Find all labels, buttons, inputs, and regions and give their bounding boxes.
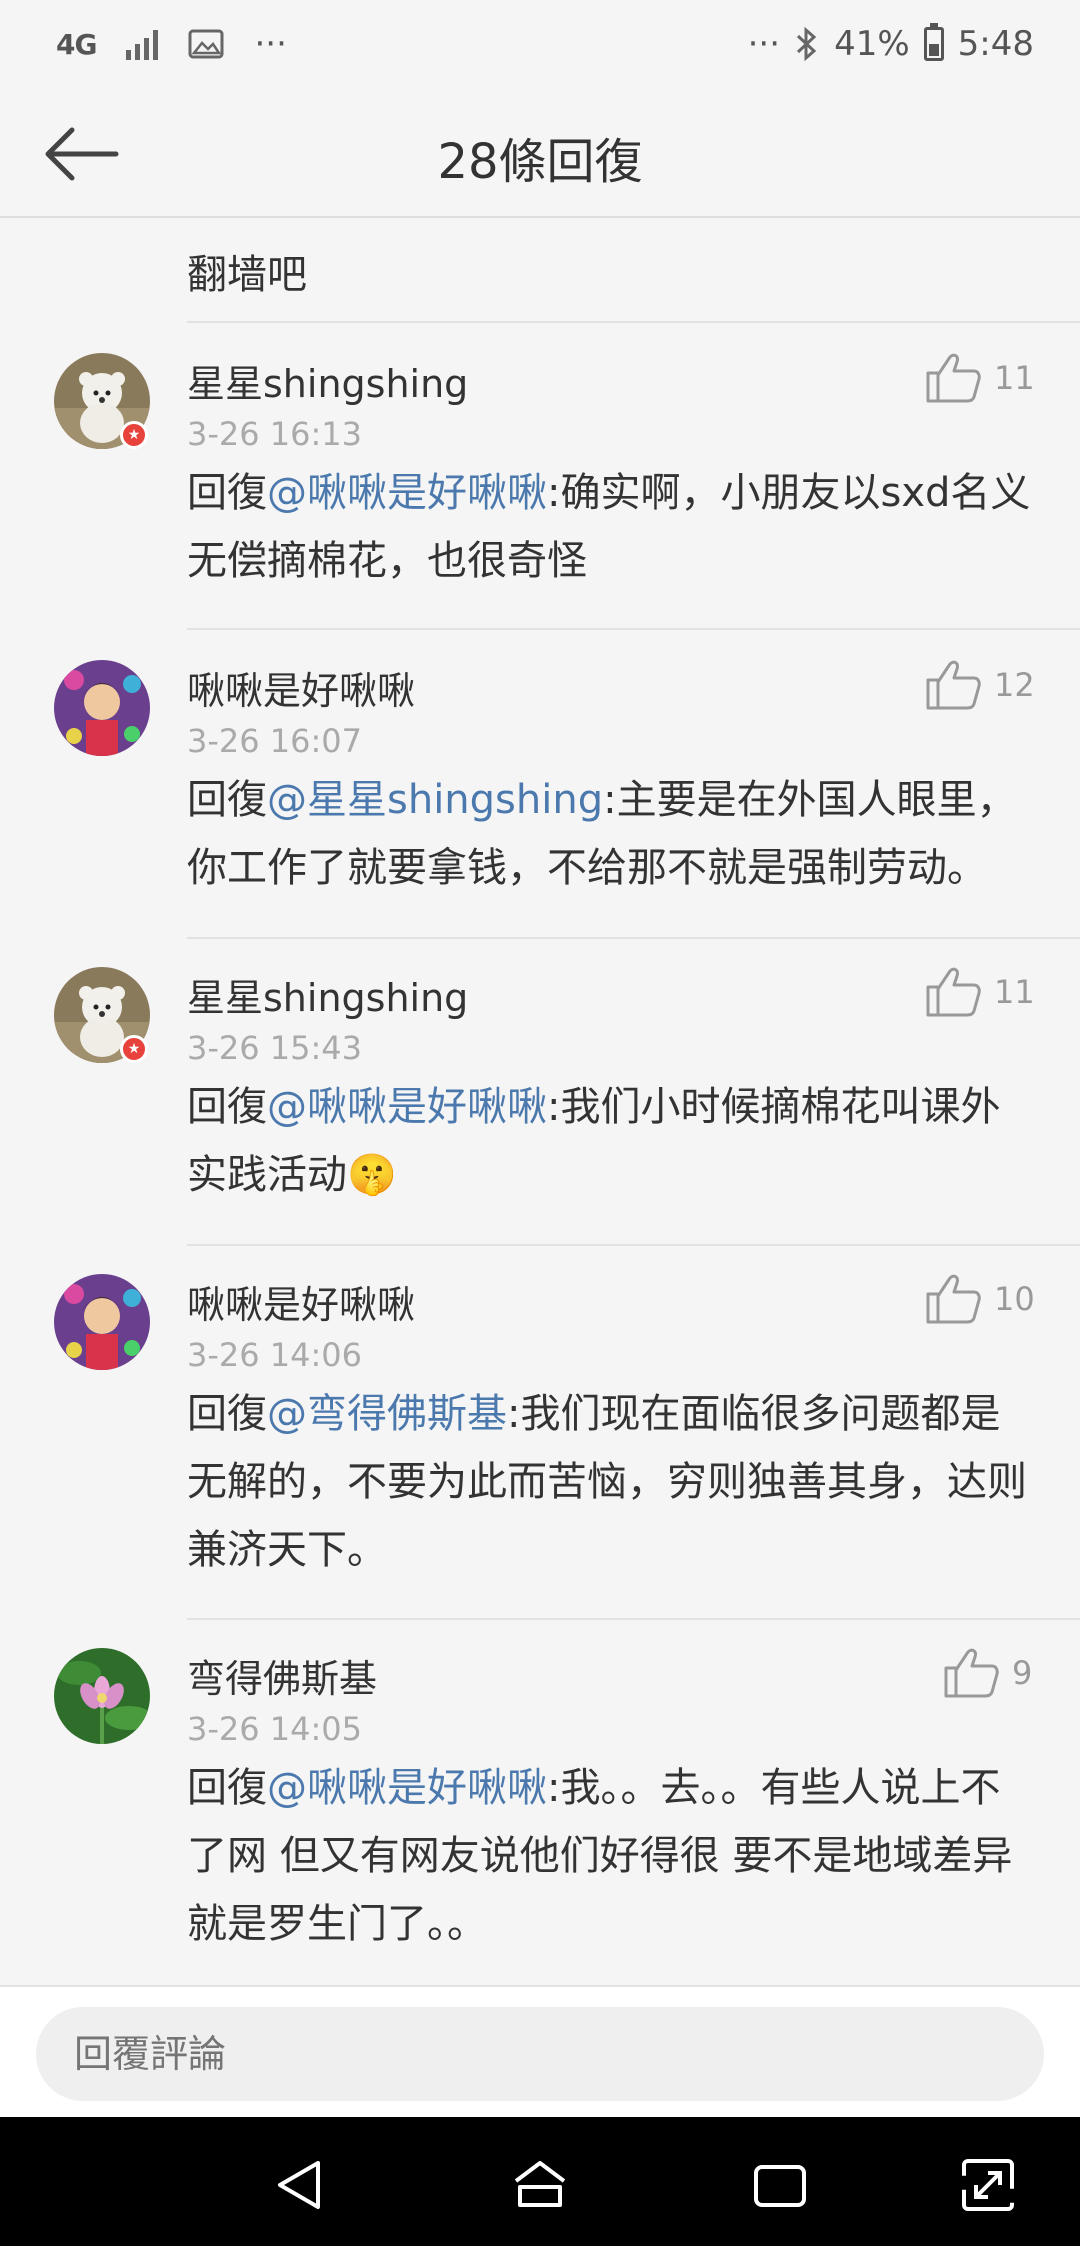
comment-item[interactable]: 弯得佛斯基 9 3-26 14:05 回復@啾啾是好啾啾:我。。去。。有些人说上… bbox=[0, 1620, 1080, 1985]
thumbs-up-icon[interactable] bbox=[924, 965, 982, 1019]
comment-author[interactable]: 星星shingshing bbox=[187, 967, 468, 1022]
thumbs-up-icon[interactable] bbox=[924, 351, 982, 405]
comment-time: 3-26 14:06 bbox=[187, 1336, 363, 1374]
verified-badge-icon: ★ bbox=[120, 1035, 148, 1063]
thumbs-up-icon[interactable] bbox=[924, 658, 982, 712]
comment-item[interactable]: 啾啾是好啾啾 12 3-26 16:07 回復@星星shingshing:主要是… bbox=[0, 632, 1080, 939]
bluetooth-icon bbox=[797, 26, 817, 62]
header: 28條回復 bbox=[0, 88, 1080, 218]
like-count: 10 bbox=[994, 1280, 1035, 1318]
comment-body: 回復@啾啾是好啾啾:我们小时候摘棉花叫课外实践活动🤫 bbox=[187, 1073, 1037, 1209]
triangle-back-icon[interactable] bbox=[270, 2155, 330, 2215]
more-status-icon: ··· bbox=[747, 24, 781, 64]
expand-icon[interactable] bbox=[958, 2155, 1018, 2215]
network-indicator: 4G bbox=[56, 27, 97, 61]
image-icon bbox=[188, 29, 224, 59]
avatar[interactable] bbox=[54, 660, 150, 756]
like-count: 11 bbox=[994, 359, 1035, 397]
reply-prefix: 回復 bbox=[187, 777, 267, 823]
like-count: 9 bbox=[1012, 1654, 1033, 1692]
mention-link[interactable]: @弯得佛斯基 bbox=[267, 1391, 507, 1437]
comment-item[interactable]: ★ 星星shingshing 11 3-26 15:43 回復@啾啾是好啾啾:我… bbox=[0, 939, 1080, 1246]
parent-comment-text: 翻墙吧 bbox=[187, 252, 307, 298]
comment-author[interactable]: 星星shingshing bbox=[187, 353, 468, 408]
mention-link[interactable]: @星星shingshing bbox=[267, 777, 603, 823]
clock: 5:48 bbox=[957, 24, 1034, 64]
comment-author[interactable]: 啾啾是好啾啾 bbox=[187, 660, 415, 715]
recents-icon[interactable] bbox=[750, 2155, 810, 2215]
comment-body: 回復@啾啾是好啾啾:确实啊，小朋友以sxd名义无偿摘棉花，也很奇怪 bbox=[187, 459, 1037, 595]
thumbs-up-icon[interactable] bbox=[924, 1272, 982, 1326]
comment-item[interactable]: 啾啾是好啾啾 10 3-26 14:06 回復@弯得佛斯基:我们现在面临很多问题… bbox=[0, 1246, 1080, 1620]
comment-body: 回復@星星shingshing:主要是在外国人眼里，你工作了就要拿钱，不给那不就… bbox=[187, 766, 1037, 902]
reply-prefix: 回復 bbox=[187, 1765, 267, 1811]
system-nav-bar bbox=[0, 2117, 1080, 2246]
comment-time: 3-26 16:07 bbox=[187, 722, 363, 760]
page-title: 28條回復 bbox=[437, 134, 643, 190]
status-right: ··· 41% 5:48 bbox=[747, 23, 1034, 64]
home-icon[interactable] bbox=[510, 2155, 570, 2215]
battery-icon bbox=[923, 23, 944, 61]
mention-link[interactable]: @啾啾是好啾啾 bbox=[267, 1084, 547, 1130]
like-count: 12 bbox=[994, 666, 1035, 704]
status-left: 4G ··· bbox=[56, 24, 287, 64]
divider bbox=[187, 628, 1080, 630]
verified-badge-icon: ★ bbox=[120, 421, 148, 449]
thumbs-up-icon[interactable] bbox=[942, 1646, 1000, 1700]
status-bar: 4G ··· ··· 41% 5:48 bbox=[0, 0, 1080, 88]
mention-link[interactable]: @啾啾是好啾啾 bbox=[267, 1765, 547, 1811]
comment-time: 3-26 16:13 bbox=[187, 415, 363, 453]
avatar[interactable] bbox=[54, 1274, 150, 1370]
divider bbox=[187, 321, 1080, 323]
avatar[interactable] bbox=[54, 1648, 150, 1744]
comment-body: 回復@啾啾是好啾啾:我。。去。。有些人说上不了网 但又有网友说他们好得很 要不是… bbox=[187, 1754, 1037, 1958]
reply-bar bbox=[0, 1985, 1080, 2117]
like-count: 11 bbox=[994, 973, 1035, 1011]
reply-prefix: 回復 bbox=[187, 1084, 267, 1130]
comment-author[interactable]: 弯得佛斯基 bbox=[187, 1648, 377, 1703]
more-notifications-icon: ··· bbox=[254, 24, 287, 64]
mention-link[interactable]: @啾啾是好啾啾 bbox=[267, 470, 547, 516]
comment-author[interactable]: 啾啾是好啾啾 bbox=[187, 1274, 415, 1329]
comment-item[interactable]: ★ 星星shingshing 11 3-26 16:13 回復@啾啾是好啾啾:确… bbox=[0, 325, 1080, 630]
signal-icon bbox=[126, 28, 159, 60]
comment-time: 3-26 14:05 bbox=[187, 1710, 363, 1748]
reply-prefix: 回復 bbox=[187, 1391, 267, 1437]
comment-thread[interactable]: 翻墙吧 ★ 星星shingshing 11 3-26 16:13 回復@啾啾是好… bbox=[0, 220, 1080, 1985]
comment-body: 回復@弯得佛斯基:我们现在面临很多问题都是无解的，不要为此而苦恼，穷则独善其身，… bbox=[187, 1380, 1037, 1584]
battery-percent: 41% bbox=[834, 24, 910, 64]
reply-input[interactable] bbox=[36, 2007, 1044, 2101]
reply-prefix: 回復 bbox=[187, 470, 267, 516]
comment-time: 3-26 15:43 bbox=[187, 1029, 363, 1067]
